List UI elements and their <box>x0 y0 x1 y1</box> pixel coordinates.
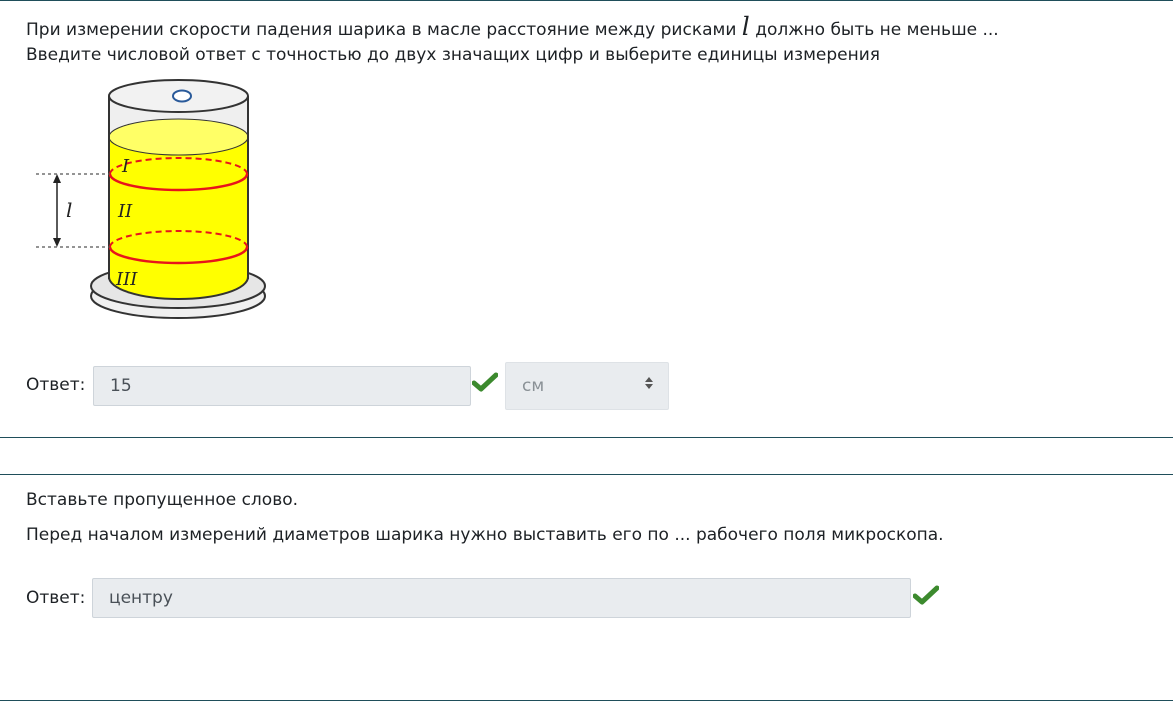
lid-hole <box>172 89 192 103</box>
select-arrows-icon <box>645 377 653 389</box>
dim-arrow-down <box>53 238 61 247</box>
label-region-III: III <box>115 269 138 290</box>
unit-select-value: см <box>522 376 545 396</box>
answer-label-2: Ответ: <box>26 588 86 608</box>
bottom-separator <box>0 700 1173 701</box>
question-separator-1 <box>0 437 1173 438</box>
unit-select[interactable]: см <box>505 362 669 410</box>
cylinder-diagram: l I II III <box>36 79 266 319</box>
check-icon-2-svg <box>912 585 940 605</box>
variable-l: l <box>741 12 750 41</box>
cylinder-figure: l I II III <box>30 74 275 334</box>
check-icon-svg <box>471 372 499 392</box>
label-region-II: II <box>117 201 133 222</box>
label-region-I: I <box>121 156 130 177</box>
question2-instruction: Вставьте пропущенное слово. <box>26 490 299 510</box>
label-l: l <box>66 198 72 222</box>
question1-line2: Введите числовой ответ с точностью до дв… <box>26 45 881 65</box>
top-separator <box>0 0 1173 1</box>
question1-text-part2: должно быть не меньше ... <box>755 20 999 40</box>
answer-input-2[interactable]: центру <box>92 578 911 618</box>
question1-text: При измерении скорости падения шарика в … <box>26 14 1146 68</box>
question1-text-part1: При измерении скорости падения шарика в … <box>26 20 737 40</box>
question2-text: Перед началом измерений диаметров шарика… <box>26 525 944 545</box>
question1-line1: При измерении скорости падения шарика в … <box>26 14 1146 43</box>
question-separator-2 <box>0 474 1173 475</box>
answer-input-1[interactable]: 15 <box>93 366 471 406</box>
check-icon <box>471 372 499 397</box>
liquid-surface <box>108 118 249 156</box>
answer-label-1: Ответ: <box>26 375 86 395</box>
check-icon-2 <box>912 585 940 610</box>
dim-arrow-up <box>53 174 61 183</box>
